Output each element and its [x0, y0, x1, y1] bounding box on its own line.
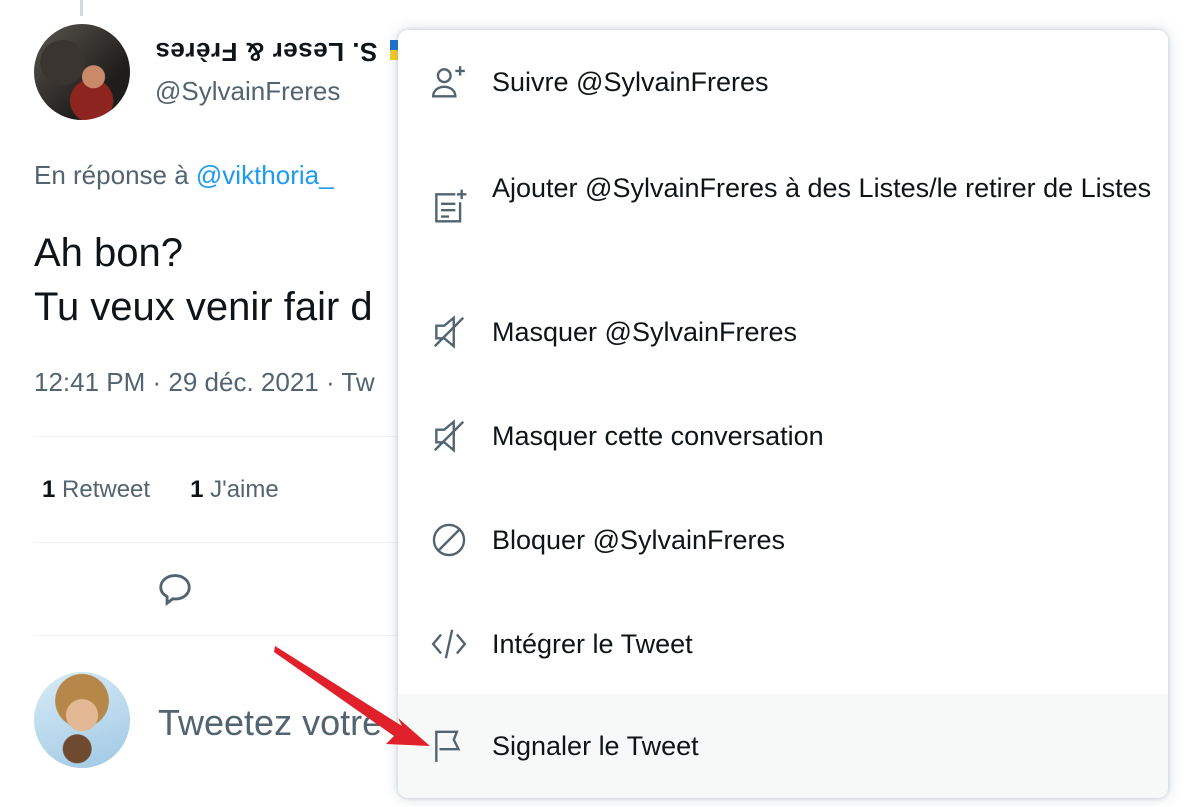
author-avatar[interactable]: [34, 24, 130, 120]
author-display-name[interactable]: S. Leser & Frères: [155, 36, 377, 67]
menu-item-mute-conversation[interactable]: Masquer cette conversation: [398, 384, 1168, 488]
mute-icon: [433, 315, 465, 349]
menu-item-label: Suivre @SylvainFreres: [492, 67, 769, 97]
thread-connector-line: [80, 0, 83, 16]
compose-reply-input[interactable]: Tweetez votre: [158, 702, 382, 744]
block-icon: [432, 523, 466, 557]
reply-icon[interactable]: [156, 570, 194, 608]
tweet-more-menu: Suivre @SylvainFreres Ajouter @SylvainFr…: [398, 30, 1168, 798]
menu-item-label: Signaler le Tweet: [492, 731, 699, 761]
tweet-text-line: Tu veux venir fair d: [34, 285, 373, 329]
menu-item-add-to-lists[interactable]: Ajouter @SylvainFreres à des Listes/le r…: [398, 134, 1168, 280]
menu-item-report[interactable]: Signaler le Tweet: [398, 694, 1168, 798]
divider: [34, 542, 414, 543]
reply-prefix: En réponse à: [34, 160, 189, 190]
menu-item-mute-user[interactable]: Masquer @SylvainFreres: [398, 280, 1168, 384]
engagement-stats: 1 Retweet 1 J'aime: [42, 476, 279, 504]
menu-item-label: Ajouter @SylvainFreres à des Listes/le r…: [492, 173, 1152, 203]
current-user-avatar[interactable]: [34, 672, 130, 768]
tweet-timestamp[interactable]: 12:41 PM · 29 déc. 2021 · Tw: [34, 367, 375, 398]
add-to-list-icon: [435, 189, 467, 223]
tweet-text-line: Ah bon?: [34, 231, 184, 275]
menu-item-label: Masquer cette conversation: [492, 421, 824, 451]
menu-item-embed[interactable]: Intégrer le Tweet: [398, 592, 1168, 696]
report-flag-icon: [435, 730, 461, 762]
follow-user-icon: [431, 66, 465, 98]
divider: [34, 436, 414, 437]
menu-item-label: Masquer @SylvainFreres: [492, 317, 798, 347]
menu-item-block[interactable]: Bloquer @SylvainFreres: [398, 488, 1168, 592]
like-label: J'aime: [210, 476, 279, 503]
menu-item-follow[interactable]: Suivre @SylvainFreres: [398, 30, 1168, 134]
reply-context: En réponse à @vikthoria_: [34, 160, 334, 191]
retweet-count: 1: [42, 476, 56, 503]
retweet-label: Retweet: [62, 476, 151, 503]
like-count: 1: [190, 476, 204, 503]
embed-code-icon: [431, 629, 467, 659]
like-stat[interactable]: 1 J'aime: [190, 476, 279, 504]
tweet-text: Ah bon? Tu veux venir fair d: [34, 226, 373, 334]
reply-mention-link[interactable]: @vikthoria_: [196, 160, 334, 190]
menu-item-label: Intégrer le Tweet: [492, 629, 693, 659]
author-handle[interactable]: @SylvainFreres: [155, 76, 340, 107]
mute-icon: [433, 419, 465, 453]
retweet-stat[interactable]: 1 Retweet: [42, 476, 150, 504]
divider: [34, 635, 414, 636]
menu-item-label: Bloquer @SylvainFreres: [492, 525, 786, 555]
